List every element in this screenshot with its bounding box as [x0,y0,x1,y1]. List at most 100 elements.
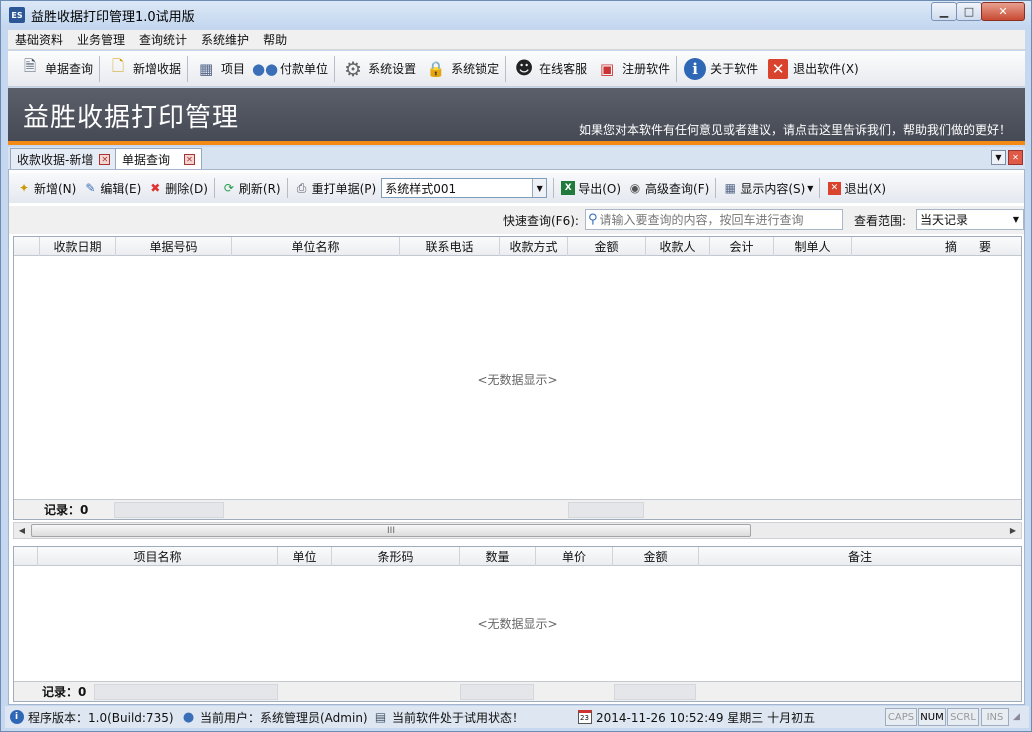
menu-help[interactable]: 帮助 [256,31,294,48]
title-bar[interactable]: ES 益胜收据打印管理1.0试用版 ▁ □ ✕ [1,1,1031,29]
record-label: 记录： [44,503,81,517]
delete-button[interactable]: ✖ 删除(D) [144,176,211,200]
quick-query-input[interactable]: ⚲ 请输入要查询的内容，按回车进行查询 [585,209,843,230]
tab-close-all-icon[interactable]: ✕ [1008,150,1023,165]
chevron-down-icon: ▼ [807,183,814,193]
delete-label: 删除(D) [165,181,208,196]
column-header-date[interactable]: 收款日期 [40,237,116,256]
range-select[interactable]: 当天记录 ▼ [916,209,1024,230]
resize-grip-icon[interactable]: ◢ [1013,712,1020,722]
chevron-down-icon[interactable]: ▼ [532,179,547,197]
display-content-button[interactable]: ▦ 显示内容(S) ▼ [719,176,816,200]
tab-close-icon[interactable]: ✕ [99,153,111,165]
tab-list-dropdown-icon[interactable]: ▼ [991,150,1006,165]
print-style-value: 系统样式001 [385,181,457,196]
document-tabstrip: 收款收据-新增 ✕ 单据查询 ✕ ▼ ✕ [8,147,1025,170]
menu-business[interactable]: 业务管理 [70,31,132,48]
tab-doc-query[interactable]: 单据查询 ✕ [115,148,203,170]
maximize-button[interactable]: □ [956,2,982,21]
column-header-phone[interactable]: 联系电话 [400,237,500,256]
column-header-creator[interactable]: 制单人 [774,237,852,256]
app-banner: 益胜收据打印管理 如果您对本软件有任何意见或者建议，请点击这里告诉我们，帮助我们… [8,88,1025,145]
scrl-indicator: SCRL [947,708,979,726]
reprint-label: 重打单据(P) [311,181,377,196]
toolbar-label: 新增收据 [133,62,182,76]
horizontal-scrollbar[interactable]: ◀ III ▶ [13,522,1022,539]
document-search-icon: 🗎 [23,57,37,75]
scroll-left-icon[interactable]: ◀ [14,523,30,538]
column-header-digest[interactable]: 摘要 [858,237,1021,256]
toolbar-register-button[interactable]: ▣ 注册软件 [591,53,674,85]
toolbar-separator [676,55,678,82]
new-document-icon: 🗋 [111,57,125,75]
range-label: 查看范围: [854,214,907,228]
item-grid[interactable]: 项目名称 单位 条形码 数量 单价 金额 备注 <无数据显示> 记录：0 [13,546,1022,702]
menu-statistics[interactable]: 查询统计 [132,31,194,48]
toolbar-doc-query-button[interactable]: 🗎 单据查询 [14,53,97,85]
export-button[interactable]: X 导出(O) [557,176,624,200]
delete-icon: ✖ [150,181,161,195]
column-header-pay-method[interactable]: 收款方式 [500,237,568,256]
window-title: 益胜收据打印管理1.0试用版 [31,9,195,25]
toolbar-label: 系统锁定 [451,62,500,76]
column-header-amount[interactable]: 金额 [568,237,646,256]
column-header-quantity[interactable]: 数量 [460,547,536,566]
num-indicator: NUM [918,708,946,726]
toolbar-about-button[interactable]: i 关于软件 [679,53,762,85]
menu-basic-data[interactable]: 基础资料 [8,31,70,48]
toolbar-label: 付款单位 [280,62,329,76]
close-button[interactable]: ✕ [981,2,1025,21]
empty-data-message: <无数据显示> [477,373,558,387]
column-header-item-amount[interactable]: 金额 [613,547,699,566]
toolbar-items-button[interactable]: ▦ 项目 [190,53,249,85]
column-header-item-name[interactable]: 项目名称 [38,547,278,566]
column-header-unit[interactable]: 单位 [278,547,332,566]
new-button[interactable]: ✦ 新增(N) [13,176,79,200]
minimize-button[interactable]: ▁ [931,2,957,21]
users-icon: ●● [251,59,279,78]
tab-receipt-new[interactable]: 收款收据-新增 ✕ [10,148,118,169]
scroll-right-icon[interactable]: ▶ [1005,523,1021,538]
menu-system[interactable]: 系统维护 [194,31,256,48]
column-header-indicator [14,547,38,566]
refresh-button[interactable]: ⟳ 刷新(R) [218,176,284,200]
column-header-payee[interactable]: 收款人 [646,237,710,256]
edit-label: 编辑(E) [100,181,142,196]
calendar-day: 23 [577,710,592,724]
toolbar-lock-button[interactable]: 🔒 系统锁定 [420,53,503,85]
exit-icon: ✕ [826,180,842,196]
scrollbar-thumb[interactable]: III [31,524,751,537]
column-header-accountant[interactable]: 会计 [710,237,774,256]
column-header-remark[interactable]: 备注 [699,547,1021,566]
toolbar-separator [99,55,101,82]
reprint-button[interactable]: ⎙ 重打单据(P) [291,176,380,200]
toolbar-payer-button[interactable]: ●● 付款单位 [249,53,332,85]
column-header-unit-price[interactable]: 单价 [536,547,613,566]
toolbar-exit-button[interactable]: ✕ 退出软件(X) [762,53,863,85]
advanced-query-label: 高级查询(F) [645,181,710,196]
footer-amount-sum [568,502,644,518]
column-header-doc-no[interactable]: 单据号码 [116,237,232,256]
toolbar-separator [819,178,821,198]
exit-query-button[interactable]: ✕ 退出(X) [823,176,889,200]
status-datetime: 23 2014-11-26 10:52:49 星期三 十月初五 [577,706,815,728]
toolbar-settings-button[interactable]: ⚙ 系统设置 [337,53,420,85]
edit-button[interactable]: ✎ 编辑(E) [79,176,144,200]
toolbar-label: 关于软件 [710,62,759,76]
advanced-query-button[interactable]: ◉ 高级查询(F) [624,176,712,200]
feedback-link[interactable]: 如果您对本软件有任何意见或者建议，请点击这里告诉我们，帮助我们做的更好！ [579,121,1011,138]
query-panel: ✦ 新增(N) ✎ 编辑(E) ✖ 删除(D) ⟳ 刷新(R) ⎙ 重打单据(P… [8,169,1025,705]
grid-footer: 记录：0 [14,681,1021,701]
toolbar-support-button[interactable]: ☻ 在线客服 [508,53,591,85]
ins-indicator: INS [981,708,1009,726]
column-header-barcode[interactable]: 条形码 [332,547,460,566]
record-count-value: 0 [78,685,87,699]
tab-close-icon[interactable]: ✕ [184,154,196,165]
query-toolbar: ✦ 新增(N) ✎ 编辑(E) ✖ 删除(D) ⟳ 刷新(R) ⎙ 重打单据(P… [9,173,1024,203]
app-window: ES 益胜收据打印管理1.0试用版 ▁ □ ✕ 基础资料 业务管理 查询统计 系… [0,0,1032,732]
column-header-unit-name[interactable]: 单位名称 [232,237,400,256]
column-header-indicator [14,237,40,256]
toolbar-new-receipt-button[interactable]: 🗋 新增收据 [102,53,185,85]
print-style-select[interactable]: 系统样式001 ▼ [381,178,548,198]
receipt-grid[interactable]: 收款日期 单据号码 单位名称 联系电话 收款方式 金额 收款人 会计 制单人 摘… [13,236,1022,520]
